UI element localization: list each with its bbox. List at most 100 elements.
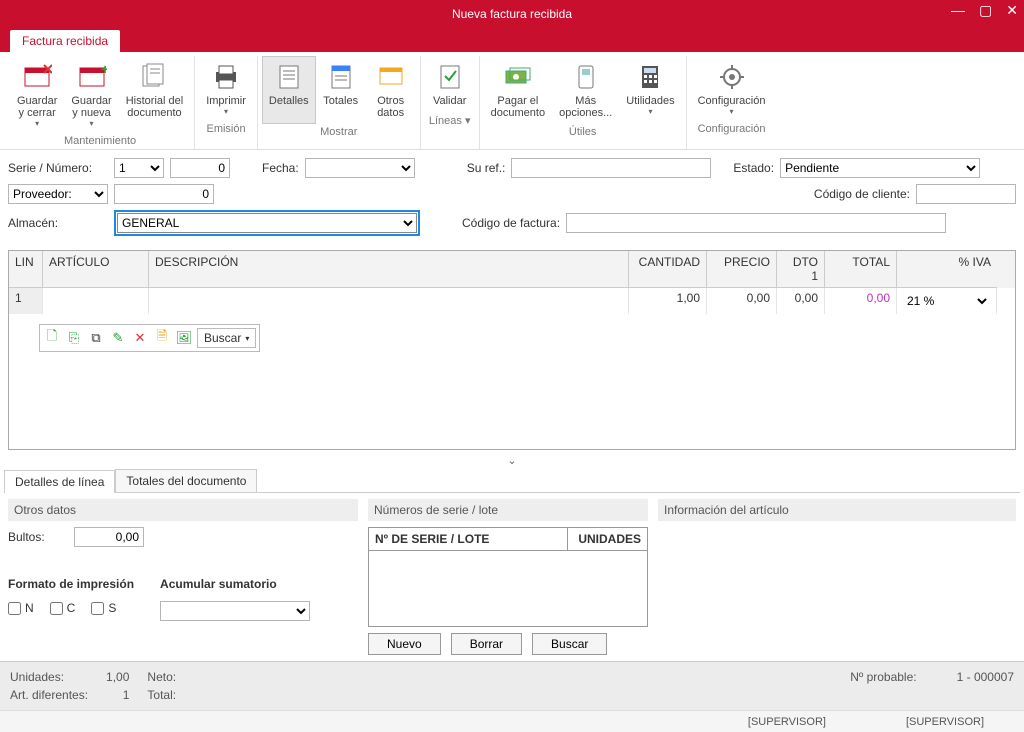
serie-select[interactable]: 1: [114, 158, 164, 178]
group-emision: Emisión: [206, 123, 245, 135]
delete-line-icon[interactable]: ✕: [131, 329, 149, 347]
doc-history-icon: [138, 61, 170, 93]
chk-s[interactable]: S: [91, 601, 116, 615]
print-button[interactable]: Imprimir ▾: [199, 56, 253, 121]
total-label: Total:: [147, 688, 176, 702]
serie-label: Serie / Número:: [8, 161, 108, 175]
codcli-input[interactable]: [916, 184, 1016, 204]
chevron-down-icon: ▾: [90, 119, 94, 128]
minimize-icon[interactable]: —: [951, 2, 965, 19]
expand-handle[interactable]: ⌄: [0, 454, 1024, 467]
cell-iva[interactable]: 21 %: [897, 288, 997, 314]
ribbon: Guardar y cerrar ▾ + Guardar y nueva ▾ H…: [0, 52, 1024, 150]
col-iva[interactable]: % IVA: [897, 251, 997, 288]
neto-label: Neto:: [147, 670, 176, 684]
artdif-value: 1: [106, 688, 129, 702]
group-mantenimiento: Mantenimiento: [64, 135, 136, 147]
numero-input[interactable]: [170, 158, 230, 178]
group-lineas: Líneas ▾: [429, 114, 471, 127]
other-data-button[interactable]: Otros datos: [366, 56, 416, 124]
config-button[interactable]: Configuración ▾: [691, 56, 773, 121]
fecha-label: Fecha:: [262, 161, 299, 175]
suref-input[interactable]: [511, 158, 711, 178]
bultos-label: Bultos:: [8, 530, 68, 544]
unidades-label: Unidades:: [10, 670, 88, 684]
note-line-icon[interactable]: 🗎: [153, 329, 171, 347]
info-articulo-title: Información del artículo: [658, 499, 1016, 521]
almacen-select[interactable]: GENERAL: [117, 213, 417, 233]
table-row[interactable]: 1 1,00 0,00 0,00 0,00 21 %: [9, 288, 1015, 314]
col-precio[interactable]: PRECIO: [707, 251, 777, 288]
cell-descripcion[interactable]: [149, 288, 629, 314]
formato-impresion-title: Formato de impresión: [8, 573, 140, 595]
chevron-down-icon: ▾: [648, 107, 652, 116]
insert-line-icon[interactable]: ⎘: [65, 329, 83, 347]
estado-label: Estado:: [733, 161, 774, 175]
gear-icon: [716, 61, 748, 93]
tab-detalles-linea[interactable]: Detalles de línea: [4, 470, 115, 493]
estado-select[interactable]: Pendiente: [780, 158, 980, 178]
tab-totales-documento[interactable]: Totales del documento: [115, 469, 257, 492]
proveedor-input[interactable]: [114, 184, 214, 204]
other-data-icon: [375, 61, 407, 93]
chevron-down-icon: ▾: [730, 107, 734, 116]
chk-c[interactable]: C: [50, 601, 76, 615]
borrar-button[interactable]: Borrar: [451, 633, 522, 655]
utilities-button[interactable]: Utilidades ▾: [619, 56, 681, 124]
save-new-icon: +: [76, 61, 108, 93]
maximize-icon[interactable]: ▢: [979, 2, 992, 19]
artdif-label: Art. diferentes:: [10, 688, 88, 702]
nprobable-label: Nº probable:: [850, 670, 916, 702]
details-button[interactable]: Detalles: [262, 56, 316, 124]
save-close-button[interactable]: Guardar y cerrar ▾: [10, 56, 64, 133]
cell-lin: 1: [9, 288, 43, 314]
proveedor-label-select[interactable]: Proveedor:: [8, 184, 108, 204]
codfac-input[interactable]: [566, 213, 946, 233]
fecha-input[interactable]: [305, 158, 415, 178]
cell-precio[interactable]: 0,00: [707, 288, 777, 314]
col-descripcion[interactable]: DESCRIPCIÓN: [149, 251, 629, 288]
serie-lote-grid: Nº DE SERIE / LOTE UNIDADES: [368, 527, 648, 627]
col-lin[interactable]: LIN: [9, 251, 43, 288]
chk-n[interactable]: N: [8, 601, 34, 615]
buscar-button[interactable]: Buscar: [532, 633, 607, 655]
edit-line-icon[interactable]: ✎: [109, 329, 127, 347]
col-total[interactable]: TOTAL: [825, 251, 897, 288]
pay-document-button[interactable]: Pagar el documento: [484, 56, 552, 124]
grid-search-button[interactable]: Buscar▾: [197, 328, 256, 348]
grid-toolbar: 🗋 ⎘ ⧉ ✎ ✕ 🗎 🖼 Buscar▾: [39, 324, 260, 352]
more-options-button[interactable]: Más opciones...: [552, 56, 619, 124]
cell-articulo[interactable]: [43, 288, 149, 314]
totals-button[interactable]: Totales: [316, 56, 366, 124]
nuevo-button[interactable]: Nuevo: [368, 633, 441, 655]
cell-dto[interactable]: 0,00: [777, 288, 825, 314]
add-line-icon[interactable]: 🗋: [43, 329, 61, 347]
cell-cantidad[interactable]: 1,00: [629, 288, 707, 314]
almacen-label: Almacén:: [8, 216, 108, 230]
bultos-input[interactable]: [74, 527, 144, 547]
money-icon: [502, 61, 534, 93]
close-icon[interactable]: ✕: [1006, 2, 1018, 19]
doc-history-button[interactable]: Historial del documento: [119, 56, 190, 133]
copy-line-icon[interactable]: ⧉: [87, 329, 105, 347]
save-new-button[interactable]: + Guardar y nueva ▾: [64, 56, 118, 133]
validate-icon: [434, 61, 466, 93]
col-dto[interactable]: DTO 1: [777, 251, 825, 288]
status-user-b: [SUPERVISOR]: [906, 716, 984, 728]
lines-grid: LIN ARTÍCULO DESCRIPCIÓN CANTIDAD PRECIO…: [8, 250, 1016, 450]
acumular-title: Acumular sumatorio: [160, 573, 310, 595]
more-options-icon: [570, 61, 602, 93]
col-articulo[interactable]: ARTÍCULO: [43, 251, 149, 288]
chevron-down-icon: ▾: [35, 119, 39, 128]
col-unidades[interactable]: UNIDADES: [567, 528, 647, 550]
validate-button[interactable]: Validar: [425, 56, 475, 112]
image-line-icon[interactable]: 🖼: [175, 329, 193, 347]
serie-lote-title: Números de serie / lote: [368, 499, 648, 521]
tab-factura-recibida[interactable]: Factura recibida: [10, 30, 120, 52]
group-config: Configuración: [698, 123, 766, 135]
title-bar: Nueva factura recibida — ▢ ✕: [0, 0, 1024, 28]
footer-summary: Unidades: 1,00 Neto: Art. diferentes: 1 …: [0, 661, 1024, 710]
acumular-select[interactable]: [160, 601, 310, 621]
col-cantidad[interactable]: CANTIDAD: [629, 251, 707, 288]
col-serie-lote[interactable]: Nº DE SERIE / LOTE: [369, 528, 567, 550]
